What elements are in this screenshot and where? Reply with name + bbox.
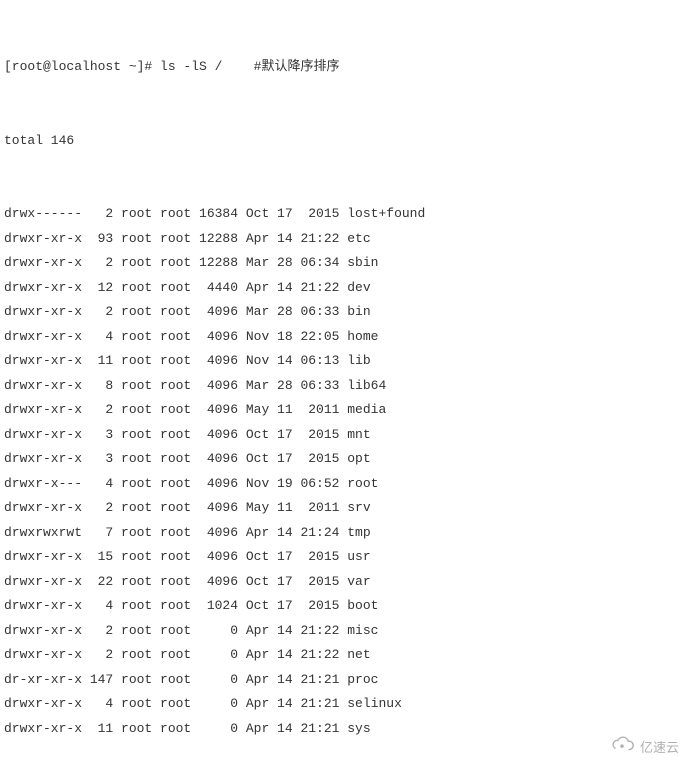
list-item: drwxr-xr-x 3 root root 4096 Oct 17 2015 … [4,447,683,472]
list-item: drwxr-xr-x 2 root root 4096 Mar 28 06:33… [4,300,683,325]
command-line: [root@localhost ~]# ls -lS / #默认降序排序 [4,55,683,80]
list-item: drwxr-xr-x 2 root root 12288 Mar 28 06:3… [4,251,683,276]
list-item: drwxr-xr-x 12 root root 4440 Apr 14 21:2… [4,276,683,301]
watermark: 亿速云 [608,735,679,762]
list-item: drwxr-xr-x 4 root root 0 Apr 14 21:21 se… [4,692,683,717]
list-item: drwxr-xr-x 2 root root 4096 May 11 2011 … [4,398,683,423]
list-item: drwxr-x--- 4 root root 4096 Nov 19 06:52… [4,472,683,497]
list-item: drwxr-xr-x 93 root root 12288 Apr 14 21:… [4,227,683,252]
list-item: drwxr-xr-x 3 root root 4096 Oct 17 2015 … [4,423,683,448]
list-item: dr-xr-xr-x 147 root root 0 Apr 14 21:21 … [4,668,683,693]
total-line: total 146 [4,129,683,154]
list-item: drwxr-xr-x 11 root root 4096 Nov 14 06:1… [4,349,683,374]
list-item: drwxr-xr-x 8 root root 4096 Mar 28 06:33… [4,374,683,399]
list-item: drwxr-xr-x 2 root root 4096 May 11 2011 … [4,496,683,521]
file-listing: drwx------ 2 root root 16384 Oct 17 2015… [4,202,683,741]
list-item: drwxr-xr-x 2 root root 0 Apr 14 21:22 mi… [4,619,683,644]
cloud-icon [608,735,636,762]
terminal-output: [root@localhost ~]# ls -lS / #默认降序排序 tot… [4,6,683,766]
command-comment: #默认降序排序 [222,59,339,74]
list-item: drwxr-xr-x 11 root root 0 Apr 14 21:21 s… [4,717,683,742]
list-item: drwxr-xr-x 4 root root 1024 Oct 17 2015 … [4,594,683,619]
list-item: drwxr-xr-x 22 root root 4096 Oct 17 2015… [4,570,683,595]
shell-prompt: [root@localhost ~]# [4,59,160,74]
command-text: ls -lS / [160,59,222,74]
list-item: drwxr-xr-x 15 root root 4096 Oct 17 2015… [4,545,683,570]
list-item: drwxrwxrwt 7 root root 4096 Apr 14 21:24… [4,521,683,546]
list-item: drwx------ 2 root root 16384 Oct 17 2015… [4,202,683,227]
watermark-text: 亿速云 [640,736,679,761]
list-item: drwxr-xr-x 4 root root 4096 Nov 18 22:05… [4,325,683,350]
list-item: drwxr-xr-x 2 root root 0 Apr 14 21:22 ne… [4,643,683,668]
